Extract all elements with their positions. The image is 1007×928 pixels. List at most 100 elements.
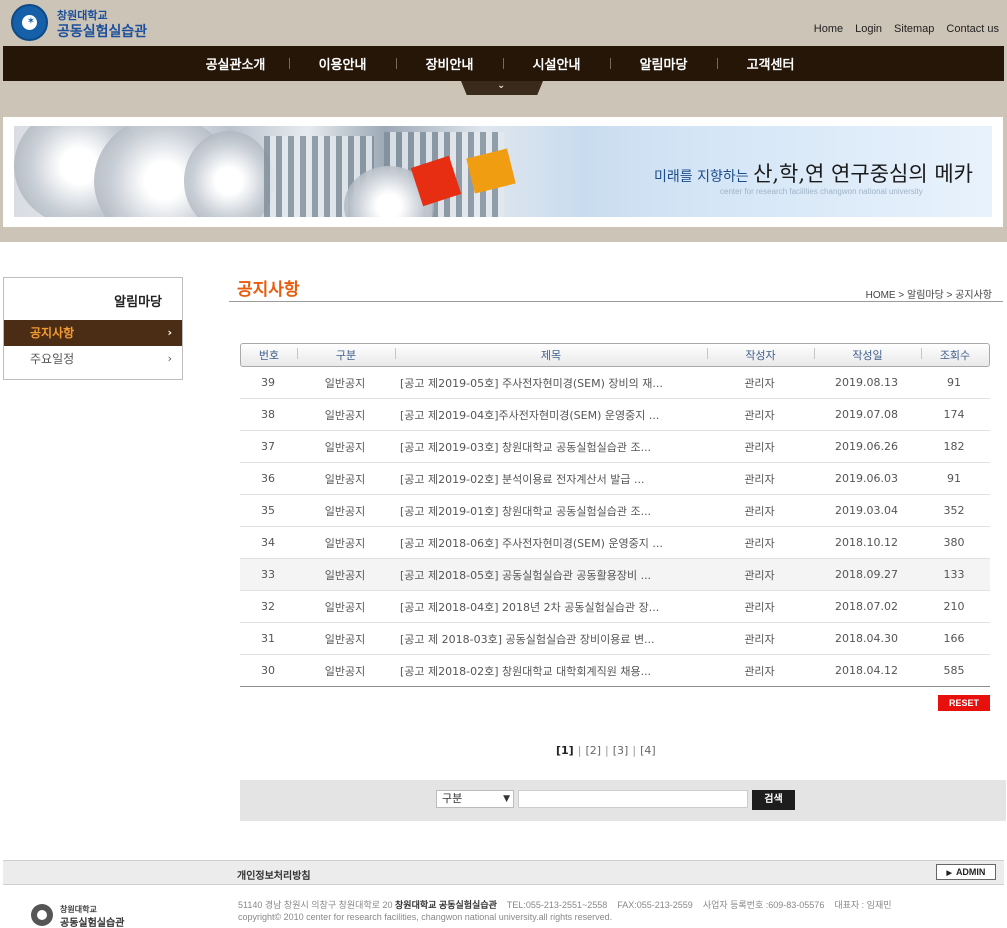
cell-title[interactable]: [공고 제2019-05호] 주사전자현미경(SEM) 장비의 재... — [394, 375, 706, 391]
table-row[interactable]: 33 일반공지 [공고 제2018-05호] 공동실험실습관 공동활용장비 ... 관… — [240, 559, 990, 591]
cell-views: 182 — [943, 440, 965, 453]
admin-button[interactable]: ▶ ADMIN — [936, 864, 996, 880]
cell-views: 352 — [943, 504, 965, 517]
breadcrumb: HOME > 알림마당 > 공지사항 — [865, 290, 992, 301]
table-row[interactable]: 38 일반공지 [공고 제2019-04호]주사전자현미경(SEM) 운영중지 ..… — [240, 399, 990, 431]
main-nav: 공실관소개 이용안내 장비안내 시설안내 알림마당 고객센터 — [3, 46, 1004, 81]
page-link-current[interactable]: [1] — [556, 744, 574, 757]
header: ✶ 창원대학교 공동실험실습관 Home Login Sitemap Conta… — [0, 0, 1007, 242]
column-header-author: 작성자 — [707, 347, 814, 363]
cell-views: 166 — [943, 632, 965, 645]
banner-image: 미래를 지향하는 산,학,연 연구중심의 메카 center for resea… — [14, 126, 992, 217]
cell-title[interactable]: [공고 제2018-04호] 2018년 2차 공동실험실습관 장... — [394, 599, 706, 615]
column-header-category: 구분 — [297, 347, 395, 363]
university-emblem-icon — [31, 904, 53, 926]
nav-item-notice-board[interactable]: 알림마당 — [610, 54, 717, 73]
cell-title[interactable]: [공고 제2019-01호] 창원대학교 공동실험실습관 조... — [394, 503, 706, 519]
cell-title[interactable]: [공고 제2018-06호] 주사전자현미경(SEM) 운영중지 ... — [394, 535, 706, 551]
cell-category: 일반공지 — [324, 440, 366, 454]
side-menu-item-notices[interactable]: 공지사항 › — [4, 320, 182, 346]
pagination: [1] | [2] | [3] | [4] — [556, 744, 656, 757]
banner-subtitle: center for research facilities changwon … — [720, 187, 923, 196]
banner-slogan: 미래를 지향하는 산,학,연 연구중심의 메카 — [654, 162, 973, 186]
table-row[interactable]: 36 일반공지 [공고 제2019-02호] 분석이용료 전자계산서 발급 ... 관… — [240, 463, 990, 495]
table-bottom-line — [240, 686, 990, 687]
cell-title[interactable]: [공고 제2018-05호] 공동실험실습관 공동활용장비 ... — [394, 567, 706, 583]
cell-views: 585 — [943, 664, 965, 677]
cell-number: 30 — [261, 664, 275, 677]
chevron-right-icon: › — [167, 352, 172, 365]
sitemap-link[interactable]: Sitemap — [894, 23, 934, 35]
cell-author: 관리자 — [744, 504, 775, 518]
cell-category: 일반공지 — [324, 664, 366, 678]
nav-item-equipment[interactable]: 장비안내 — [396, 54, 503, 73]
table-row[interactable]: 34 일반공지 [공고 제2018-06호] 주사전자현미경(SEM) 운영중지 .… — [240, 527, 990, 559]
search-input[interactable] — [518, 790, 748, 808]
cell-views: 380 — [943, 536, 965, 549]
table-row[interactable]: 35 일반공지 [공고 제2019-01호] 창원대학교 공동실험실습관 조... 관… — [240, 495, 990, 527]
cell-category: 일반공지 — [324, 568, 366, 582]
cell-date: 2019.03.04 — [835, 504, 898, 517]
page-link[interactable]: [3] — [613, 744, 629, 757]
cell-date: 2018.10.12 — [835, 536, 898, 549]
cell-date: 2019.08.13 — [835, 376, 898, 389]
page-link[interactable]: [2] — [585, 744, 601, 757]
search-bar: 구분 ▼ 검색 — [240, 780, 1006, 821]
cell-category: 일반공지 — [324, 536, 366, 550]
table-row[interactable]: 32 일반공지 [공고 제2018-04호] 2018년 2차 공동실험실습관 장.… — [240, 591, 990, 623]
column-header-number: 번호 — [258, 349, 280, 362]
page-link[interactable]: [4] — [640, 744, 656, 757]
cell-author: 관리자 — [744, 408, 775, 422]
table-row[interactable]: 39 일반공지 [공고 제2019-05호] 주사전자현미경(SEM) 장비의 재.… — [240, 367, 990, 399]
cell-category: 일반공지 — [324, 408, 366, 422]
login-link[interactable]: Login — [855, 23, 882, 35]
cell-author: 관리자 — [744, 376, 775, 390]
cell-author: 관리자 — [744, 440, 775, 454]
nav-item-facilities[interactable]: 시설안내 — [503, 54, 610, 73]
cell-author: 관리자 — [744, 664, 775, 678]
site-logo[interactable]: ✶ 창원대학교 공동실험실습관 — [11, 4, 161, 42]
utility-nav: Home Login Sitemap Contact us — [814, 23, 999, 35]
cell-date: 2018.09.27 — [835, 568, 898, 581]
column-header-title: 제목 — [395, 347, 707, 363]
chevron-down-icon: ⌄ — [497, 80, 506, 91]
cell-title[interactable]: [공고 제2019-04호]주사전자현미경(SEM) 운영중지 ... — [394, 407, 706, 423]
cell-date: 2018.04.30 — [835, 632, 898, 645]
table-row[interactable]: 37 일반공지 [공고 제2019-03호] 창원대학교 공동실험실습관 조... 관… — [240, 431, 990, 463]
cell-title[interactable]: [공고 제 2018-03호] 공동실험실습관 장비이용료 변... — [394, 631, 706, 647]
side-menu-item-schedule[interactable]: 주요일정 › — [4, 346, 182, 372]
table-row[interactable]: 31 일반공지 [공고 제 2018-03호] 공동실험실습관 장비이용료 변...… — [240, 623, 990, 655]
reset-button[interactable]: RESET — [938, 695, 990, 711]
cell-title[interactable]: [공고 제2018-02호] 창원대학교 대학회계직원 채용... — [394, 663, 706, 679]
nav-item-usage[interactable]: 이용안내 — [289, 54, 396, 73]
cell-number: 34 — [261, 536, 275, 549]
home-link[interactable]: Home — [814, 23, 843, 35]
column-header-views: 조회수 — [921, 347, 989, 363]
nav-item-about[interactable]: 공실관소개 — [182, 54, 289, 73]
nav-item-customer-center[interactable]: 고객센터 — [717, 54, 824, 73]
cell-title[interactable]: [공고 제2019-03호] 창원대학교 공동실험실습관 조... — [394, 439, 706, 455]
column-header-date: 작성일 — [814, 347, 921, 363]
cell-category: 일반공지 — [324, 504, 366, 518]
cell-number: 36 — [261, 472, 275, 485]
cell-number: 39 — [261, 376, 275, 389]
page-title: 공지사항 — [237, 280, 300, 300]
table-row[interactable]: 30 일반공지 [공고 제2018-02호] 창원대학교 대학회계직원 채용... 관… — [240, 655, 990, 687]
nav-expand-toggle[interactable]: ⌄ — [461, 81, 543, 95]
footer-address: 51140 경남 창원시 의창구 창원대학로 20 창원대학교 공동실험실습관 T… — [238, 900, 892, 910]
privacy-policy-link[interactable]: 개인정보처리방침 — [237, 867, 311, 882]
cell-author: 관리자 — [744, 600, 775, 614]
chevron-right-icon: › — [167, 326, 172, 339]
contact-link[interactable]: Contact us — [946, 23, 999, 35]
logo-center-name: 공동실험실습관 — [57, 24, 148, 40]
cell-views: 91 — [947, 376, 961, 389]
cell-title[interactable]: [공고 제2019-02호] 분석이용료 전자계산서 발급 ... — [394, 471, 706, 487]
cell-category: 일반공지 — [324, 600, 366, 614]
table-body: 39 일반공지 [공고 제2019-05호] 주사전자현미경(SEM) 장비의 재.… — [240, 367, 990, 687]
cell-views: 174 — [943, 408, 965, 421]
main-banner: 미래를 지향하는 산,학,연 연구중심의 메카 center for resea… — [3, 117, 1003, 227]
cell-category: 일반공지 — [324, 632, 366, 646]
cell-category: 일반공지 — [324, 376, 366, 390]
search-button[interactable]: 검색 — [752, 790, 795, 810]
search-category-select[interactable]: 구분 ▼ — [436, 790, 514, 808]
